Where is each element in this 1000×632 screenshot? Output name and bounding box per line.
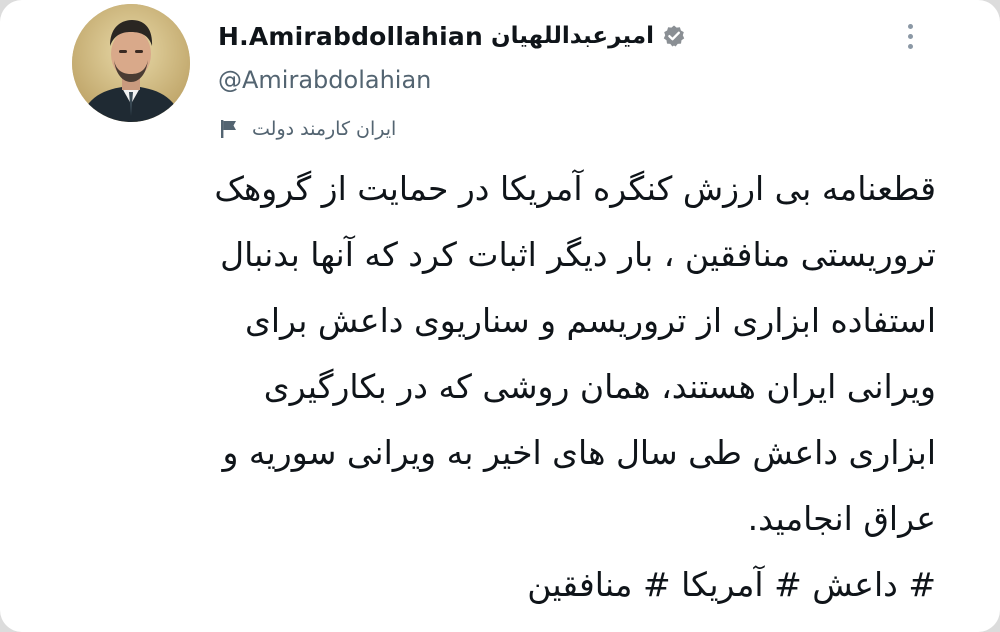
tweet-text: قطعنامه بی ارزش کنگره آمریکا در حمایت از…	[60, 156, 936, 618]
author-name-row[interactable]: H.Amirabdollahian امیرعبداللهیان	[218, 18, 686, 54]
flag-icon	[218, 118, 240, 140]
tweet-text-line: عراق انجامید.	[747, 499, 936, 538]
avatar-image	[72, 4, 190, 122]
tweet-text-line: ابزاری داعش طی سال های اخیر به ویرانی سو…	[222, 433, 936, 472]
tweet-text-line: قطعنامه بی ارزش کنگره آمریکا در حمایت از…	[214, 169, 936, 208]
author-display-name-fa[interactable]: امیرعبداللهیان	[491, 23, 654, 49]
more-options-icon[interactable]	[898, 18, 922, 54]
tweet-text-line: تروریستی منافقین ، بار دیگر اثبات کرد که…	[220, 235, 936, 274]
affiliation-label: ایران کارمند دولت	[252, 118, 397, 140]
tweet-hashtags[interactable]: # داعش # آمریکا # منافقین	[60, 552, 936, 618]
author-display-name[interactable]: H.Amirabdollahian	[218, 22, 483, 51]
avatar[interactable]	[72, 4, 190, 122]
tweet-card: H.Amirabdollahian امیرعبداللهیان @Amirab…	[0, 0, 1000, 632]
tweet-text-line: استفاده ابزاری از تروریسم و سناریوی داعش…	[244, 301, 936, 340]
verified-badge-icon	[662, 24, 686, 48]
tweet-text-line: ویرانی ایران هستند، همان روشی که در بکار…	[263, 367, 936, 406]
author-handle[interactable]: @Amirabdolahian	[218, 66, 431, 94]
affiliation-label-row: ایران کارمند دولت	[218, 114, 396, 144]
